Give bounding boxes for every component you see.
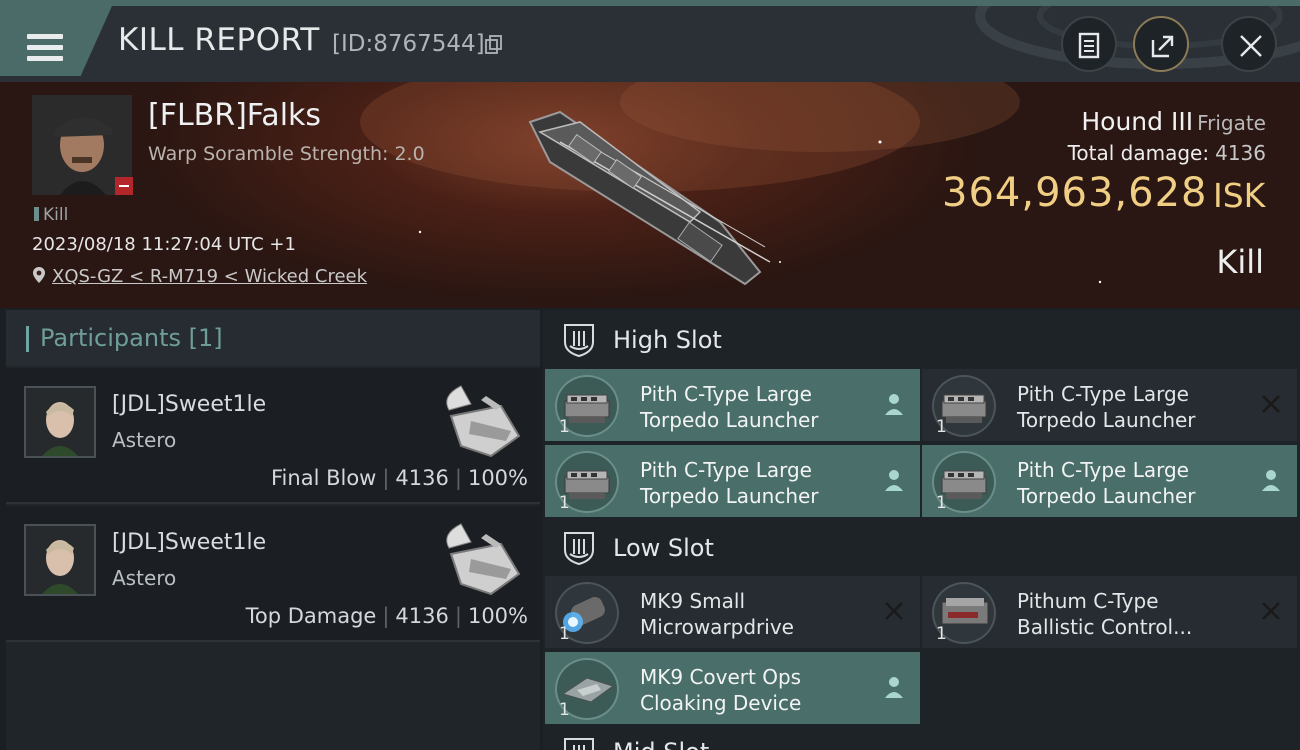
participant-portrait[interactable] — [24, 386, 96, 458]
ship-name: Hound III — [1081, 107, 1194, 136]
share-icon — [1151, 35, 1174, 58]
participant-name[interactable]: [JDL]Sweet1le — [112, 530, 266, 555]
module-slot[interactable]: 1 Pithum C-Type Ballistic Control... — [922, 576, 1297, 648]
module-quantity: 1 — [559, 493, 570, 513]
ship-class: Frigate — [1197, 111, 1266, 135]
report-id: [ID:8767544] — [332, 31, 485, 57]
person-icon — [885, 394, 903, 415]
isk-value: 364,963,628 — [942, 170, 1208, 216]
menu-icon — [27, 34, 63, 62]
isk-unit: ISK — [1213, 176, 1266, 215]
participant-ship: Astero — [112, 428, 177, 452]
high-slot-label: High Slot — [613, 326, 722, 354]
participant-stats: Final Blow | 4136 | 100% — [271, 466, 528, 490]
module-quantity: 1 — [936, 417, 947, 437]
participant-percent: 100% — [467, 604, 528, 628]
share-button[interactable] — [1133, 16, 1189, 72]
module-quantity: 1 — [559, 417, 570, 437]
kill-tag: Kill — [34, 205, 68, 225]
total-damage-label: Total damage: — [1067, 141, 1210, 165]
participant-role: Final Blow — [271, 466, 377, 490]
participant-ship: Astero — [112, 566, 177, 590]
module-name: Pith C-Type Large Torpedo Launcher — [640, 458, 819, 508]
mid-slot-label: Mid Slot — [613, 738, 709, 750]
module-quantity: 1 — [936, 624, 947, 644]
person-icon — [885, 677, 903, 698]
kill-location[interactable]: XQS-GZ < R-M719 < Wicked Creek — [32, 266, 367, 287]
module-quantity: 1 — [559, 700, 570, 720]
module-slot[interactable]: 1 Pith C-Type Large Torpedo Launcher — [922, 369, 1297, 441]
report-icon — [1078, 32, 1100, 59]
status-badge — [115, 177, 133, 195]
participant-role: Top Damage — [245, 604, 377, 628]
module-slot[interactable]: 1 Pith C-Type Large Torpedo Launcher — [545, 369, 920, 441]
victim-ship: Hound III Frigate — [1081, 107, 1266, 136]
participant-damage: 4136 — [395, 466, 449, 490]
participant-name[interactable]: [JDL]Sweet1le — [112, 392, 266, 417]
warp-scramble-strength: Warp Soramble Strength: 2.0 — [148, 143, 425, 165]
participant-damage: 4136 — [395, 604, 449, 628]
participant-row[interactable]: [JDL]Sweet1le Astero Final Blow | 4136 | 100… — [6, 368, 540, 504]
module-name: MK9 Small Microwarpdrive — [640, 589, 794, 639]
participant-ship-image — [446, 523, 521, 596]
person-icon — [1262, 470, 1280, 491]
close-icon — [1240, 35, 1262, 57]
participant-percent: 100% — [467, 466, 528, 490]
shield-slot-icon — [564, 738, 594, 750]
header-accent-bar — [26, 326, 29, 352]
copy-icon[interactable] — [484, 35, 504, 55]
mid-slot-header: Mid Slot — [543, 732, 1300, 750]
participant-ship-image — [446, 385, 521, 458]
report-button[interactable] — [1061, 16, 1117, 72]
low-slot-header: Low Slot — [543, 520, 1300, 576]
total-damage: Total damage: 4136 — [1068, 141, 1266, 165]
close-button[interactable] — [1221, 16, 1277, 72]
total-damage-value: 4136 — [1215, 141, 1266, 165]
module-quantity: 1 — [559, 624, 570, 644]
participants-header[interactable]: Participants [1] — [6, 310, 540, 366]
module-slot[interactable]: 1 Pith C-Type Large Torpedo Launcher — [545, 445, 920, 517]
module-slot[interactable]: 1 MK9 Covert Ops Cloaking Device — [545, 652, 920, 724]
page-title: KILL REPORT — [118, 22, 320, 58]
module-name: MK9 Covert Ops Cloaking Device — [640, 665, 802, 715]
kill-result: Kill — [1216, 243, 1264, 281]
x-icon — [885, 602, 903, 620]
location-link[interactable]: XQS-GZ < R-M719 < Wicked Creek — [52, 266, 367, 287]
shield-slot-icon — [564, 532, 594, 566]
participant-row[interactable]: [JDL]Sweet1le Astero Top Damage | 4136 | 100… — [6, 506, 540, 642]
x-icon — [1262, 602, 1280, 620]
module-name: Pith C-Type Large Torpedo Launcher — [1017, 382, 1196, 432]
high-slot-header: High Slot — [543, 312, 1300, 368]
participants-title: Participants [1] — [40, 324, 223, 352]
person-icon — [885, 470, 903, 491]
participant-stats: Top Damage | 4136 | 100% — [245, 604, 528, 628]
module-slot[interactable]: 1 Pith C-Type Large Torpedo Launcher — [922, 445, 1297, 517]
victim-name[interactable]: [FLBR]Falks — [148, 98, 321, 133]
module-slot[interactable]: 1 MK9 Small Microwarpdrive — [545, 576, 920, 648]
shield-slot-icon — [564, 324, 594, 358]
module-name: Pithum C-Type Ballistic Control... — [1017, 589, 1193, 639]
module-name: Pith C-Type Large Torpedo Launcher — [1017, 458, 1196, 508]
kill-timestamp: 2023/08/18 11:27:04 UTC +1 — [32, 234, 296, 255]
low-slot-label: Low Slot — [613, 534, 714, 562]
x-icon — [1262, 395, 1280, 413]
participant-portrait[interactable] — [24, 524, 96, 596]
module-quantity: 1 — [936, 493, 947, 513]
module-name: Pith C-Type Large Torpedo Launcher — [640, 382, 819, 432]
location-pin-icon — [33, 267, 45, 283]
